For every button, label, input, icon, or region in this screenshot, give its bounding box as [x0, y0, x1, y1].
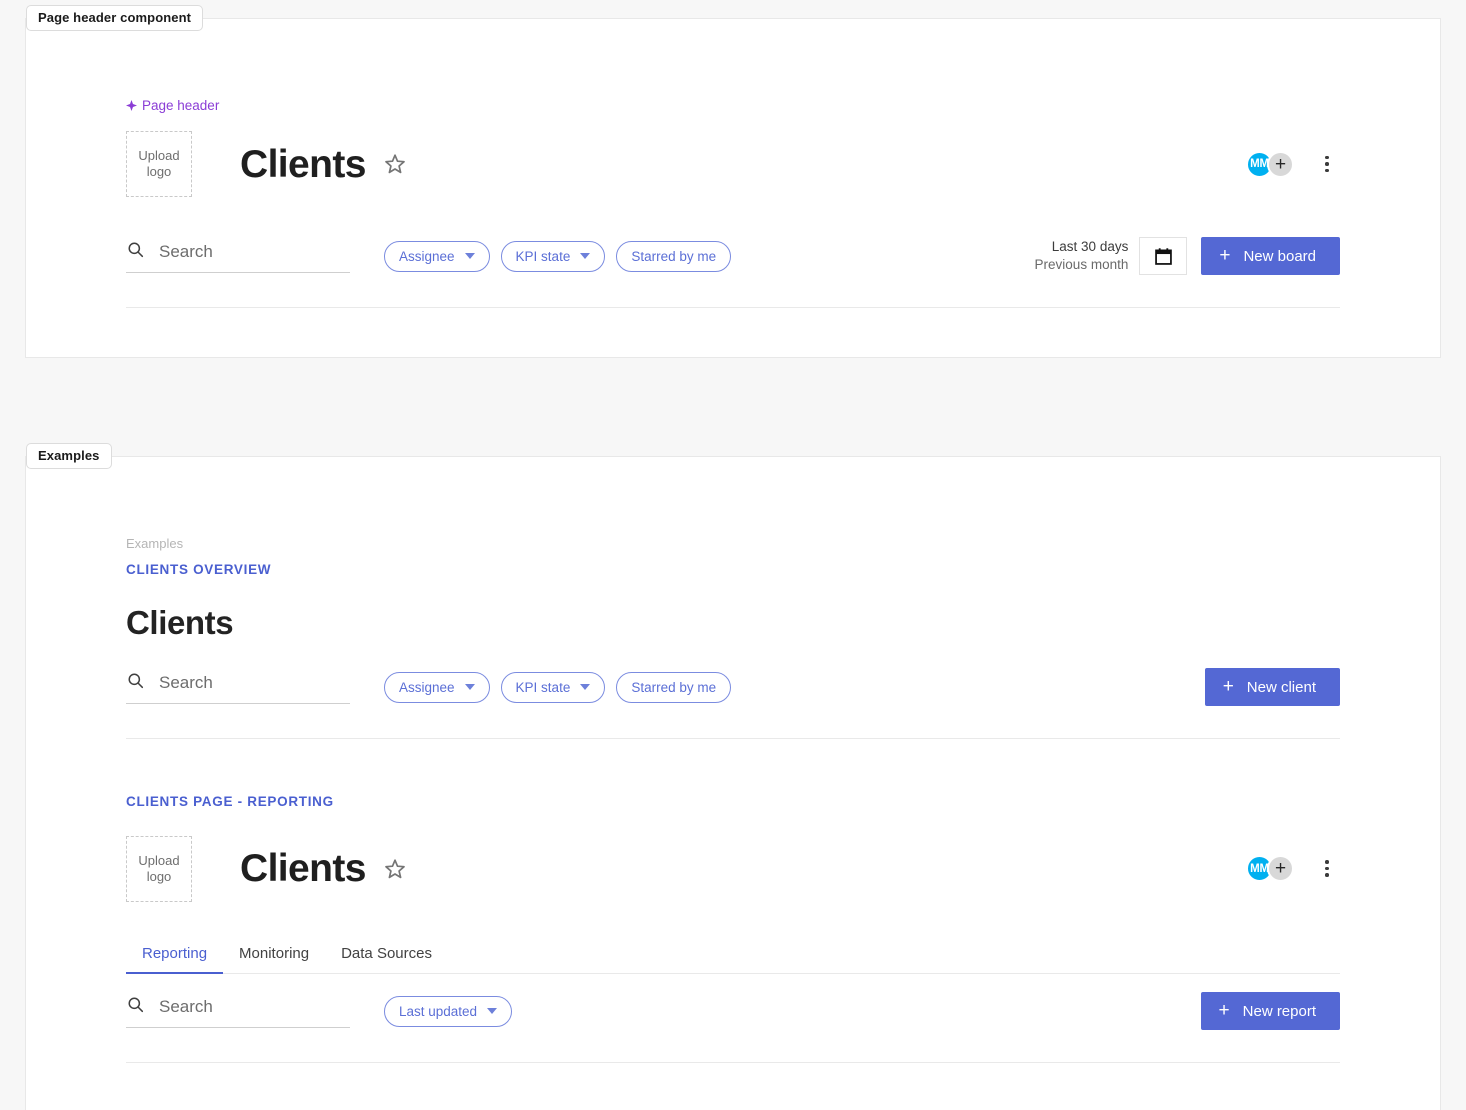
tab-data-sources-label: Data Sources — [341, 944, 432, 962]
filter-chip-starred-by-me[interactable]: Starred by me — [616, 671, 732, 703]
toolbar-divider — [126, 738, 1340, 739]
filter-chip-kpi-state-label: KPI state — [515, 679, 571, 695]
add-user-button[interactable]: + — [1267, 150, 1294, 178]
page-header-annotation-row: Page header — [126, 99, 1340, 113]
panel-badge-examples: Examples — [26, 443, 112, 469]
filter-chip-group: Assignee KPI state Starred by me — [384, 240, 732, 272]
search-input[interactable]: Search — [126, 240, 350, 273]
breadcrumb-examples[interactable]: Examples — [126, 537, 1340, 550]
tab-monitoring-label: Monitoring — [239, 944, 310, 962]
toolbar-divider — [126, 307, 1340, 308]
clients-overview-breadcrumb: Examples CLIENTS OVERVIEW Clients — [126, 537, 1340, 639]
search-icon — [126, 671, 145, 695]
filter-chip-kpi-state[interactable]: KPI state — [500, 671, 606, 703]
plus-icon: + — [1218, 999, 1230, 1021]
tab-data-sources[interactable]: Data Sources — [325, 946, 448, 974]
date-range-secondary: Previous month — [1034, 257, 1129, 272]
new-report-button[interactable]: + New report — [1200, 992, 1340, 1030]
new-client-button-label: New client — [1246, 678, 1316, 696]
clients-reporting-header: CLIENTS PAGE - REPORTING Upload logo Cli… — [126, 795, 1340, 974]
chevron-down-icon — [464, 253, 475, 259]
filter-chip-starred-by-me[interactable]: Starred by me — [616, 240, 732, 272]
search-placeholder: Search — [159, 673, 213, 692]
upload-logo-dropzone[interactable]: Upload logo — [126, 835, 192, 902]
chevron-down-icon — [464, 684, 475, 690]
search-icon — [126, 240, 145, 264]
filter-chip-assignee-label: Assignee — [399, 679, 455, 695]
annotation-page-header-link[interactable]: Page header — [126, 99, 1340, 113]
chevron-down-icon — [487, 1008, 498, 1014]
kebab-menu-icon[interactable] — [1314, 151, 1340, 177]
star-outline-icon[interactable] — [383, 857, 407, 881]
clients-overview-toolbar-right: + New client — [1204, 668, 1340, 706]
filter-chip-kpi-state-label: KPI state — [515, 248, 571, 264]
annotation-page-header-label: Page header — [142, 98, 220, 113]
page-header-toolbar: Search Assignee KPI state Starred by me — [126, 237, 1340, 308]
upload-logo-dropzone[interactable]: Upload logo — [126, 131, 192, 197]
upload-logo-line-1: Upload — [138, 148, 180, 163]
tab-reporting[interactable]: Reporting — [126, 944, 224, 974]
filter-chip-group: Last updated — [384, 995, 513, 1027]
kebab-menu-icon[interactable] — [1314, 856, 1340, 882]
reporting-tabs: Reporting Monitoring Data Sources — [126, 946, 1340, 974]
upload-logo-line-2: logo — [146, 868, 172, 884]
upload-logo-line-2: logo — [146, 164, 172, 179]
tab-monitoring[interactable]: Monitoring — [223, 946, 325, 974]
new-board-button[interactable]: + New board — [1201, 237, 1340, 275]
new-client-button[interactable]: + New client — [1204, 668, 1340, 706]
panel-page-header-component: Page header component Page header Upload… — [25, 5, 1441, 358]
section-label-clients-reporting: CLIENTS PAGE - REPORTING — [126, 794, 334, 809]
search-icon — [126, 995, 145, 1019]
chevron-down-icon — [580, 684, 591, 690]
filter-chip-last-updated[interactable]: Last updated — [384, 995, 513, 1027]
page-header-toolbar-right: Last 30 days Previous month + New board — [1035, 237, 1340, 275]
date-range-primary: Last 30 days — [1051, 239, 1129, 254]
clients-reporting-actions: MM + — [1246, 855, 1340, 882]
filter-chip-assignee[interactable]: Assignee — [384, 240, 490, 272]
calendar-icon — [1153, 246, 1174, 267]
clients-reporting-toolbar-right: + New report — [1200, 992, 1340, 1030]
filter-chip-kpi-state[interactable]: KPI state — [500, 240, 606, 272]
search-input[interactable]: Search — [126, 995, 350, 1028]
new-board-button-label: New board — [1243, 247, 1316, 265]
filter-chip-starred-by-me-label: Starred by me — [631, 248, 717, 264]
chevron-down-icon — [580, 253, 591, 259]
diamond-icon — [126, 100, 137, 112]
search-placeholder: Search — [159, 242, 213, 261]
page-title: Clients — [240, 142, 366, 186]
clients-overview-title: Clients — [126, 603, 234, 641]
avatar-stack: MM + — [1246, 150, 1294, 178]
clients-overview-toolbar: Search Assignee KPI state Starred by me — [126, 668, 1340, 739]
section-label-clients-overview: CLIENTS OVERVIEW — [126, 562, 272, 577]
clients-reporting-toolbar: Search Last updated + New report — [126, 992, 1340, 1063]
star-outline-icon[interactable] — [383, 152, 407, 176]
add-user-button[interactable]: + — [1267, 855, 1294, 882]
date-range-display: Last 30 days Previous month — [1035, 238, 1129, 274]
plus-icon: + — [1219, 244, 1231, 266]
tab-reporting-label: Reporting — [142, 944, 208, 962]
avatar-stack: MM + — [1246, 855, 1294, 882]
page-title: Clients — [240, 847, 366, 890]
upload-logo-line-1: Upload — [138, 852, 180, 868]
filter-chip-starred-by-me-label: Starred by me — [631, 679, 717, 695]
search-placeholder: Search — [159, 997, 213, 1016]
screenshot-canvas: Page header component Page header Upload… — [0, 0, 1466, 1110]
page-header-title-row: Upload logo Clients MM + — [126, 131, 1340, 197]
filter-chip-last-updated-label: Last updated — [399, 1003, 478, 1019]
toolbar-divider — [126, 1062, 1340, 1063]
filter-chip-group: Assignee KPI state Starred by me — [384, 671, 732, 703]
filter-chip-assignee-label: Assignee — [399, 248, 455, 264]
calendar-picker-button[interactable] — [1139, 237, 1188, 275]
page-header-actions: MM + — [1246, 150, 1340, 178]
search-input[interactable]: Search — [126, 671, 350, 704]
panel-badge-page-header-component: Page header component — [26, 5, 204, 31]
plus-icon: + — [1222, 675, 1234, 697]
filter-chip-assignee[interactable]: Assignee — [384, 671, 490, 703]
panel-examples: Examples Examples CLIENTS OVERVIEW Clien… — [25, 443, 1441, 1110]
new-report-button-label: New report — [1242, 1002, 1316, 1020]
